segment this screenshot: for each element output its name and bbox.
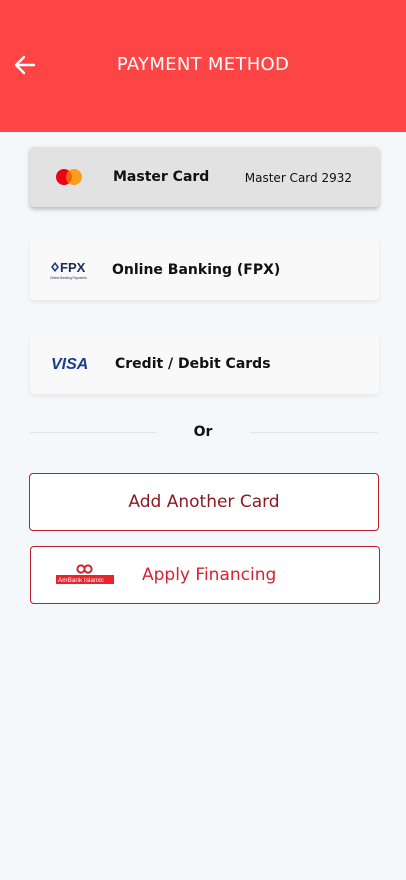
payment-option-label: Credit / Debit Cards	[115, 356, 271, 372]
visa-logo-icon: VISA	[51, 356, 88, 372]
fpx-logo-subtext: Online Banking Payments	[50, 276, 87, 280]
add-another-card-button[interactable]: Add Another Card	[29, 473, 379, 531]
payment-option-mastercard[interactable]: Master Card Master Card 2932	[30, 147, 379, 207]
apply-financing-button[interactable]: AmBank Islamic Apply Financing	[30, 546, 380, 604]
visa-logo-text: VISA	[51, 356, 88, 372]
payment-option-visa[interactable]: VISA Credit / Debit Cards	[30, 334, 379, 394]
ambank-islamic-logo-icon: AmBank Islamic	[56, 564, 114, 584]
fpx-logo-icon: FPX Online Banking Payments	[50, 260, 87, 280]
payment-option-label: Master Card	[113, 169, 210, 185]
page-title: PAYMENT METHOD	[116, 54, 290, 75]
app-header: PAYMENT METHOD	[0, 0, 406, 132]
card-detail-text: Master Card 2932	[244, 171, 352, 185]
ambank-logo-text: AmBank Islamic	[58, 577, 105, 584]
fpx-logo-text: FPX	[60, 260, 86, 275]
add-card-label: Add Another Card	[128, 492, 280, 512]
mastercard-logo-icon	[56, 169, 82, 185]
divider-right	[250, 432, 378, 433]
payment-option-label: Online Banking (FPX)	[112, 262, 281, 278]
payment-option-fpx[interactable]: FPX Online Banking Payments Online Banki…	[30, 240, 379, 300]
apply-financing-label: Apply Financing	[142, 565, 277, 585]
